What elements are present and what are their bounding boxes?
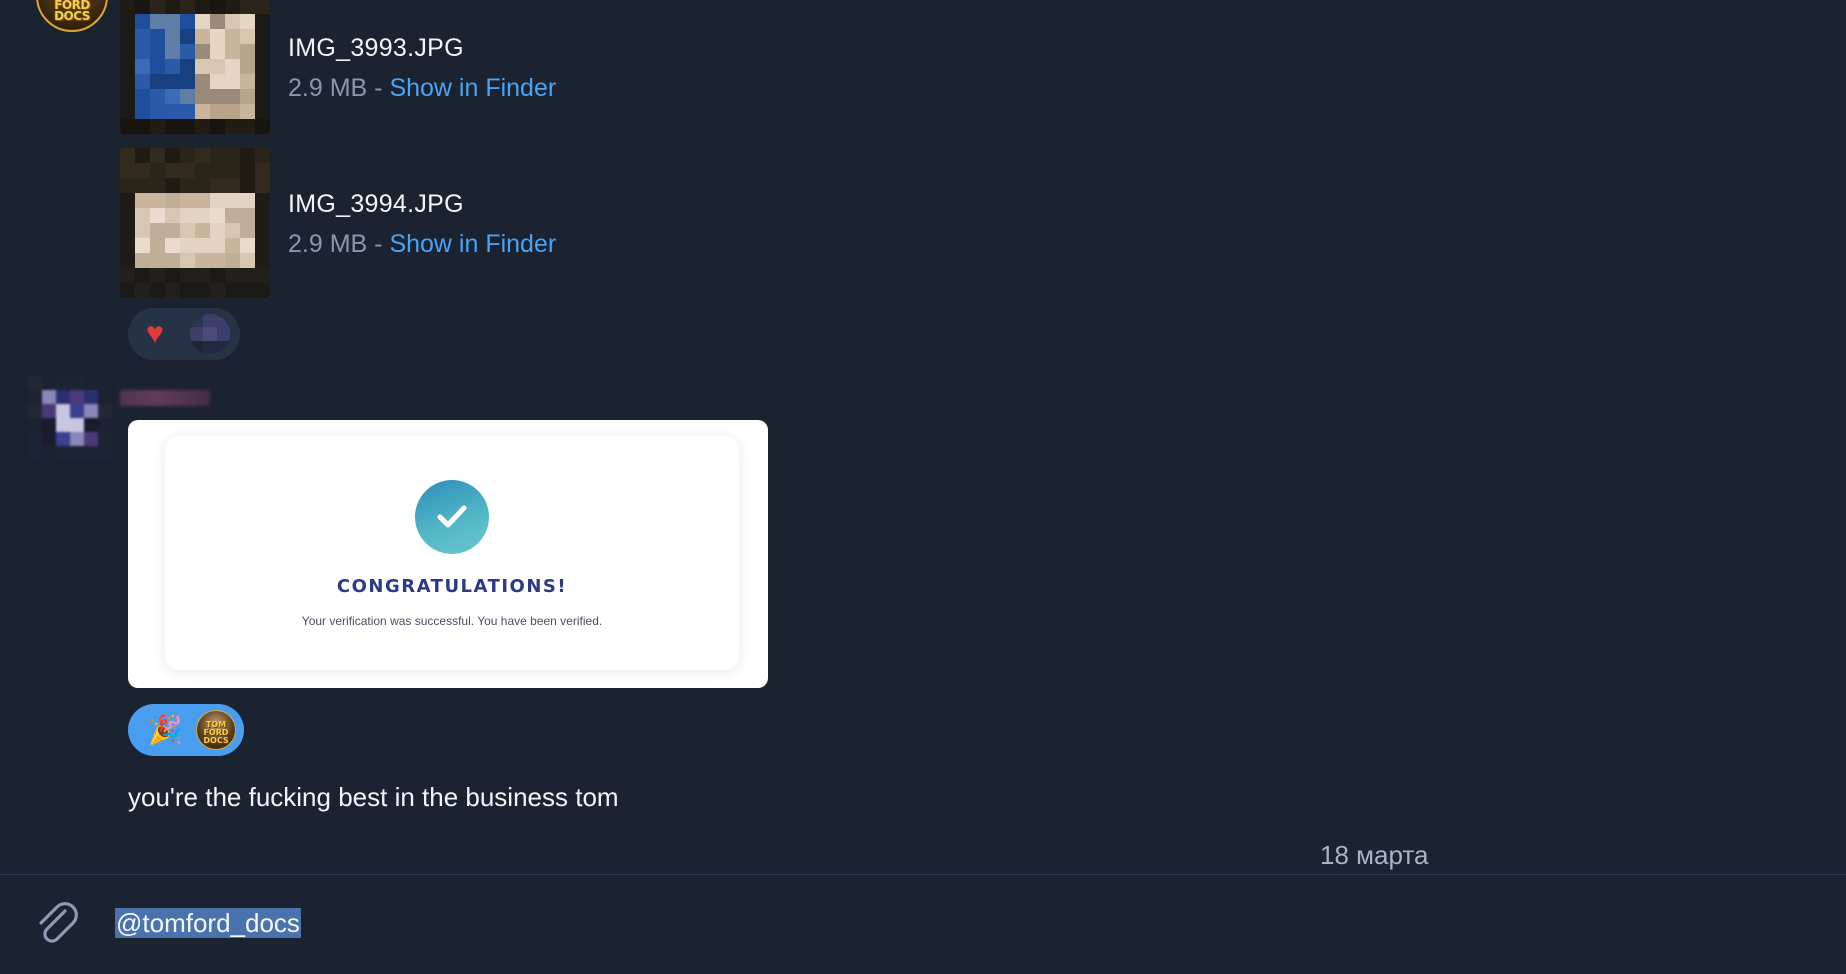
- sender-avatar-tomford[interactable]: TOM FORD DOCS: [36, 0, 108, 32]
- paperclip-icon[interactable]: [32, 899, 84, 951]
- file-meta-separator: -: [374, 74, 383, 102]
- chat-window: TOM FORD DOCS IMG_3993.JPG 2.9 MB - Show…: [0, 0, 1846, 974]
- file-thumbnail[interactable]: [120, 0, 270, 134]
- check-icon: [415, 480, 489, 554]
- verification-card: CONGRATULATIONS! Your verification was s…: [165, 436, 739, 670]
- verification-body: Your verification was successful. You ha…: [301, 614, 603, 628]
- heart-icon: ♥: [146, 317, 164, 350]
- file-size: 2.9 MB: [288, 230, 368, 258]
- file-size: 2.9 MB: [288, 74, 368, 102]
- date-separator: 18 марта: [1320, 840, 1429, 870]
- file-thumbnail[interactable]: [120, 148, 270, 298]
- file-name: IMG_3993.JPG: [288, 34, 464, 62]
- sender-name-redacted: [120, 390, 210, 406]
- party-popper-icon: 🎉: [148, 714, 183, 745]
- show-in-finder-link[interactable]: Show in Finder: [389, 230, 556, 258]
- photo-message[interactable]: CONGRATULATIONS! Your verification was s…: [128, 420, 768, 688]
- selected-text: @tomford_docs: [115, 908, 301, 938]
- reaction-party-button[interactable]: 🎉 TOM FORD DOCS: [128, 704, 244, 756]
- show-in-finder-link[interactable]: Show in Finder: [389, 74, 556, 102]
- message-input[interactable]: @tomford_docs: [115, 907, 301, 941]
- avatar-logo-text: TOM FORD DOCS: [54, 0, 90, 23]
- sender-avatar[interactable]: [28, 376, 112, 460]
- file-meta: 2.9 MB - Show in Finder: [288, 74, 556, 103]
- avatar-logo-text: TOM FORD DOCS: [203, 720, 229, 745]
- file-meta: 2.9 MB - Show in Finder: [288, 230, 556, 259]
- reactor-avatar: [190, 314, 230, 354]
- verification-heading: CONGRATULATIONS!: [336, 576, 568, 597]
- reaction-heart-button[interactable]: ♥: [128, 308, 240, 360]
- file-name: IMG_3994.JPG: [288, 190, 464, 218]
- reactor-avatar-tomford: TOM FORD DOCS: [196, 710, 236, 750]
- file-meta-separator: -: [374, 230, 383, 258]
- message-text: you're the fucking best in the business …: [128, 782, 619, 812]
- message-composer: @tomford_docs: [0, 874, 1846, 974]
